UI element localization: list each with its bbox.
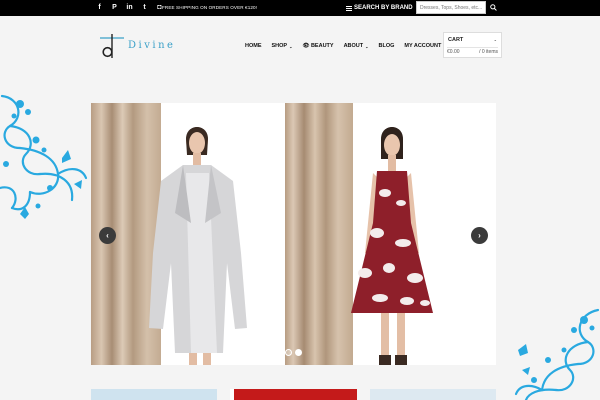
nav-about[interactable]: ABOUT ⌄ — [344, 43, 369, 49]
main-nav: HOME SHOP ⌄ 👁 BEAUTY ABOUT ⌄ BLOG MY ACCOU… — [245, 42, 457, 50]
top-bar: f P in t ◘ FREE SHIPPING ON ORDERS OVER … — [0, 0, 600, 16]
cart-total: €0.00 — [447, 49, 460, 55]
search-input[interactable] — [416, 1, 486, 14]
nav-my-account[interactable]: MY ACCOUNT⌄ — [404, 43, 446, 49]
logo-text: Divine — [128, 40, 176, 51]
facebook-icon[interactable]: f — [95, 0, 104, 16]
chevron-down-icon: ⌄ — [289, 43, 293, 49]
cart-item-count: / 0 items — [479, 49, 498, 55]
logo-mark-icon — [100, 34, 124, 58]
chevron-down-icon: ⌄ — [365, 43, 369, 49]
slider-next-button[interactable]: › — [471, 227, 488, 244]
linkedin-icon[interactable]: in — [125, 0, 134, 16]
search-icon — [490, 4, 497, 11]
nav-about-label: ABOUT — [343, 43, 364, 49]
nav-home-label: HOME — [245, 43, 262, 49]
slider-dot-1[interactable] — [285, 349, 292, 356]
nav-blog[interactable]: BLOG — [379, 43, 395, 49]
nav-shop-label: SHOP — [271, 43, 288, 49]
site-logo[interactable]: Divine — [99, 33, 189, 59]
slide-image-floral-dress — [285, 103, 496, 365]
nav-my-account-label: MY ACCOUNT — [404, 43, 442, 49]
social-links: f P in t ◘ — [95, 0, 164, 16]
cart-summary: €0.00 / 0 items — [447, 47, 498, 56]
slider-dot-2[interactable] — [295, 349, 302, 356]
nav-home[interactable]: HOME — [245, 43, 262, 49]
chevron-right-icon: › — [478, 231, 481, 240]
chevron-down-icon: ⌄ — [493, 37, 497, 42]
chevron-left-icon: ‹ — [106, 231, 109, 240]
nav-blog-label: BLOG — [378, 43, 395, 49]
nav-beauty-label: 👁 BEAUTY — [302, 43, 334, 49]
cart-widget[interactable]: CART ⌄ €0.00 / 0 items — [443, 32, 502, 58]
floral-decoration-right — [514, 308, 600, 400]
nav-beauty[interactable]: 👁 BEAUTY — [302, 43, 333, 49]
shipping-notice: FREE SHIPPING ON ORDERS OVER €120! — [162, 5, 258, 10]
nav-shop[interactable]: SHOP ⌄ — [272, 43, 293, 49]
floral-decoration-left — [0, 94, 88, 219]
hero-slider[interactable]: ‹ › — [91, 103, 496, 365]
slide-image-grey-coat-dress — [91, 103, 282, 365]
search-button[interactable] — [486, 1, 501, 14]
promo-card-1[interactable] — [91, 389, 217, 400]
cart-label: CART — [448, 37, 464, 43]
twitter-icon[interactable]: t — [140, 0, 149, 16]
slider-prev-button[interactable]: ‹ — [99, 227, 116, 244]
pinterest-icon[interactable]: P — [110, 0, 119, 16]
promo-card-2[interactable] — [230, 389, 357, 400]
menu-icon — [346, 5, 352, 11]
search-by-brand-button[interactable]: SEARCH BY BRAND — [346, 0, 413, 16]
slider-pagination — [285, 349, 302, 356]
promo-card-3[interactable] — [370, 389, 496, 400]
search-by-brand-label: SEARCH BY BRAND — [354, 5, 413, 11]
